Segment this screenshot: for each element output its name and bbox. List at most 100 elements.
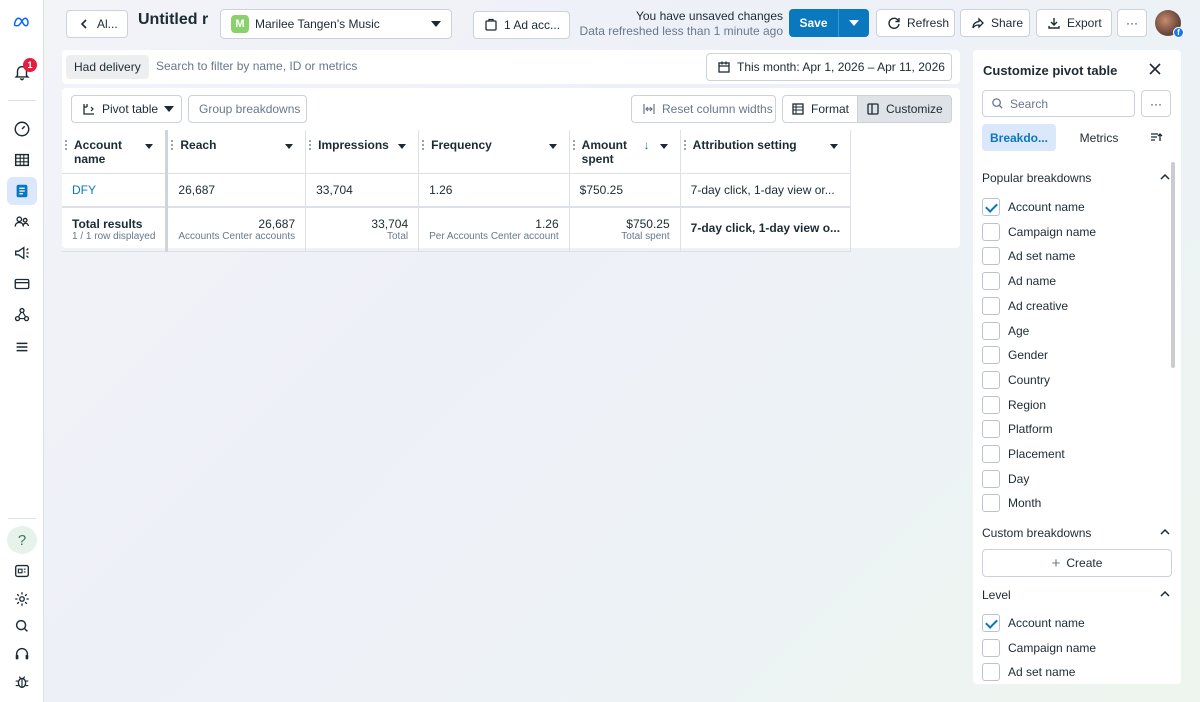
column-menu-caret-icon[interactable] [398,144,407,149]
drag-handle-icon[interactable] [683,140,686,150]
account-selector[interactable]: M Marilee Tangen's Music [220,9,452,39]
panel-more-button[interactable]: ··· [1141,90,1171,117]
drag-handle-icon[interactable] [65,140,67,150]
breakdown-checkbox[interactable] [982,321,1000,340]
breakdown-option[interactable]: Month [982,493,1041,513]
breakdown-checkbox[interactable] [982,494,1000,513]
filter-search-input[interactable]: Search to filter by name, ID or metrics [156,59,357,73]
ad-accounts-button[interactable]: 1 Ad acc... [473,11,570,39]
back-button[interactable]: Al... [66,10,128,38]
breakdown-option[interactable]: Ad creative [982,296,1068,316]
format-button[interactable]: Format [783,96,857,122]
billing-card-icon[interactable] [7,270,37,298]
save-options-dropdown[interactable] [839,9,869,37]
search-icon[interactable] [7,612,37,640]
drag-handle-icon[interactable] [572,140,575,150]
report-title[interactable]: Untitled r [138,11,210,29]
reports-icon[interactable] [7,177,37,205]
breakdown-option[interactable]: Ad set name [982,246,1075,266]
filter-chip-had-delivery[interactable]: Had delivery [66,55,149,79]
column-menu-caret-icon[interactable] [830,144,839,149]
settings-gear-icon[interactable] [7,585,37,613]
column-header[interactable]: Attribution setting [680,130,852,174]
column-menu-caret-icon[interactable] [548,144,557,149]
group-breakdowns-button[interactable]: Group breakdowns [188,95,307,123]
breakdown-option[interactable]: Account name [982,613,1085,633]
column-header[interactable]: Impressions [305,130,420,174]
column-header[interactable]: Frequency [418,130,570,174]
breakdown-option[interactable]: Ad set name [982,662,1075,682]
drag-handle-icon[interactable] [422,140,425,150]
breakdown-checkbox[interactable] [982,638,1000,657]
tab-metrics[interactable]: Metrics [1071,124,1127,151]
breakdown-option[interactable]: Gender [982,345,1048,365]
menu-hamburger-icon[interactable] [7,333,37,361]
news-feed-icon[interactable] [7,557,37,585]
date-range-picker[interactable]: This month: Apr 1, 2026 – Apr 11, 2026 [706,53,952,81]
breakdown-checkbox[interactable] [982,663,1000,682]
breakdown-checkbox[interactable] [982,370,1000,389]
column-header-label: Reach [180,138,217,152]
breakdown-search-input[interactable]: Search [982,90,1135,117]
breakdown-checkbox[interactable] [982,445,1000,463]
sort-descending-icon[interactable]: ↓ [644,138,650,152]
breakdown-option[interactable]: Day [982,469,1029,489]
drag-handle-icon[interactable] [171,140,174,150]
create-breakdown-button[interactable]: + Create [982,549,1172,577]
view-type-selector[interactable]: Pivot table [71,95,182,123]
breakdown-checkbox[interactable] [982,346,1000,365]
chevron-up-icon[interactable] [1159,171,1171,183]
user-avatar[interactable]: f [1155,10,1184,38]
breakdown-option[interactable]: Account name [982,197,1085,217]
close-icon[interactable] [1146,60,1164,78]
breakdown-option[interactable]: Campaign name [982,222,1096,242]
table-grid-icon[interactable] [7,146,37,174]
breakdown-option[interactable]: Campaign name [982,638,1096,658]
support-headset-icon[interactable] [7,640,37,668]
column-menu-caret-icon[interactable] [285,144,294,149]
column-header[interactable]: Reach [166,130,307,174]
breakdown-option[interactable]: Age [982,321,1029,341]
account-link[interactable]: DFY [72,183,96,197]
column-header[interactable]: Amount spent ↓ [569,130,681,174]
customize-button[interactable]: Customize [857,96,951,122]
tab-breakdowns[interactable]: Breakdo... [982,124,1056,151]
refresh-button[interactable]: Refresh [876,9,955,37]
column-header[interactable]: Account name [62,130,169,174]
breakdown-checkbox[interactable] [982,614,1000,632]
more-options-button[interactable]: ··· [1117,9,1147,37]
export-button[interactable]: Export [1036,9,1112,37]
breakdown-checkbox[interactable] [982,420,1000,439]
dashboard-gauge-icon[interactable] [7,115,37,143]
sort-options-icon[interactable] [1149,130,1163,144]
breakdown-option[interactable]: Country [982,370,1050,390]
drag-handle-icon[interactable] [309,140,312,150]
breakdown-checkbox[interactable] [982,395,1000,414]
breakdown-option[interactable]: Ad name [982,271,1056,291]
meta-logo-icon[interactable] [7,8,37,36]
chevron-up-icon[interactable] [1159,588,1171,600]
breakdown-option[interactable]: Placement [982,444,1065,464]
breakdown-checkbox[interactable] [982,247,1000,266]
chevron-up-icon[interactable] [1159,526,1171,538]
audiences-icon[interactable] [7,208,37,236]
table-row[interactable]: DFY 26,687 33,704 1.26 $750.25 7-day cli… [62,173,852,207]
panel-scrollbar[interactable] [1171,162,1175,368]
breakdown-option[interactable]: Platform [982,419,1053,439]
breakdown-option[interactable]: Region [982,395,1046,415]
breakdown-checkbox[interactable] [982,272,1000,291]
share-button[interactable]: Share [960,9,1030,37]
bug-report-icon[interactable] [7,668,37,696]
breakdown-checkbox[interactable] [982,469,1000,488]
breakdown-checkbox[interactable] [982,222,1000,241]
business-tools-icon[interactable] [7,301,37,329]
cell-account-name[interactable]: DFY [62,173,169,207]
help-question-icon[interactable]: ? [7,526,37,554]
save-button[interactable]: Save [789,9,839,37]
breakdown-checkbox[interactable] [982,296,1000,315]
reset-column-widths-button[interactable]: Reset column widths [631,95,776,123]
column-menu-caret-icon[interactable] [145,144,154,149]
column-menu-caret-icon[interactable] [659,144,668,149]
breakdown-checkbox[interactable] [982,198,1000,216]
campaigns-megaphone-icon[interactable] [7,239,37,267]
